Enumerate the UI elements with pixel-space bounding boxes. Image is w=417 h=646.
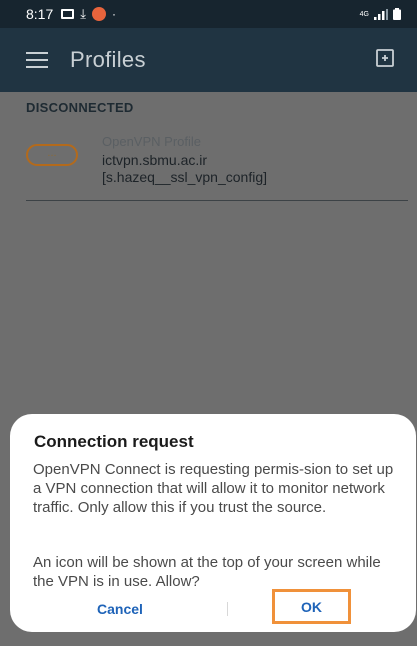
dialog-message: OpenVPN Connect is requesting permis-sio… bbox=[33, 461, 394, 516]
status-right-group: 4G bbox=[360, 8, 401, 20]
ok-button[interactable]: OK bbox=[272, 589, 351, 624]
cancel-button[interactable]: Cancel bbox=[70, 594, 170, 624]
dialog-title: Connection request bbox=[34, 432, 194, 451]
app-badge-icon bbox=[92, 7, 106, 21]
status-dot: · bbox=[112, 7, 116, 21]
menu-icon[interactable] bbox=[26, 52, 48, 68]
status-time: 8:17 bbox=[26, 6, 54, 22]
section-header-disconnected: DISCONNECTED bbox=[26, 100, 134, 115]
battery-icon bbox=[393, 8, 401, 20]
profile-host[interactable]: ictvpn.sbmu.ac.ir bbox=[102, 152, 207, 168]
button-divider bbox=[227, 602, 228, 616]
status-bar: 8:17 ⤓ · 4G bbox=[0, 0, 417, 28]
profile-name[interactable]: [s.hazeq__ssl_vpn_config] bbox=[102, 169, 267, 185]
profile-connect-toggle[interactable]: ... bbox=[26, 144, 78, 166]
download-icon: ⤓ bbox=[80, 6, 86, 21]
profile-type-label: OpenVPN Profile bbox=[102, 134, 201, 149]
divider bbox=[26, 200, 408, 201]
page-title: Profiles bbox=[70, 47, 146, 72]
signal-icon bbox=[374, 8, 388, 20]
image-icon bbox=[61, 9, 75, 19]
dialog-note: An icon will be shown at the top of your… bbox=[33, 554, 381, 590]
connection-request-dialog: Connection request OpenVPN Connect is re… bbox=[10, 414, 416, 632]
app-bar: Profiles bbox=[0, 28, 417, 92]
import-icon[interactable] bbox=[375, 48, 395, 73]
network-type-label: 4G bbox=[359, 10, 369, 18]
